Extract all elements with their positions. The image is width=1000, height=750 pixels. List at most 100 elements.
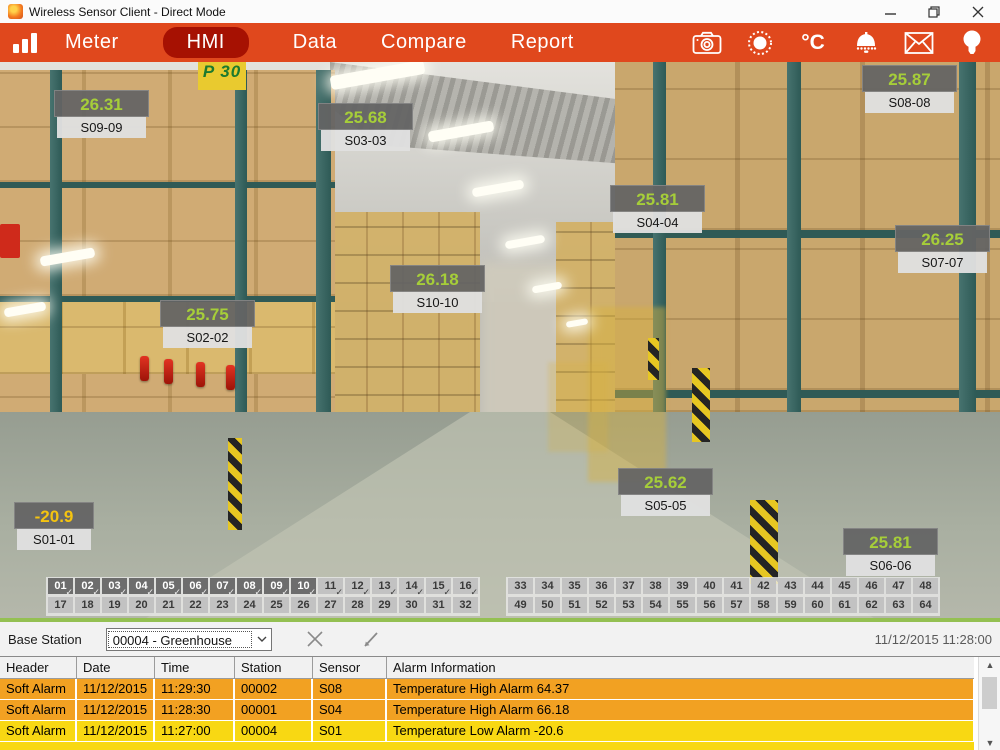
channel-button-17[interactable]: 17 xyxy=(48,597,73,613)
alarm-row[interactable]: Soft Alarm11/12/201511:29:3000002S08Temp… xyxy=(0,679,974,700)
channel-button-40[interactable]: 40 xyxy=(697,578,722,594)
camera-icon[interactable] xyxy=(691,28,723,58)
alarm-row[interactable]: Soft Alarm11/12/201511:28:3000001S04Temp… xyxy=(0,700,974,721)
channel-button-35[interactable]: 35 xyxy=(562,578,587,594)
column-header-time[interactable]: Time xyxy=(155,657,235,678)
celsius-icon[interactable]: °C xyxy=(797,28,829,58)
mail-icon[interactable] xyxy=(903,28,935,58)
channel-button-23[interactable]: 23 xyxy=(210,597,235,613)
channel-button-32[interactable]: 32 xyxy=(453,597,478,613)
channel-button-10[interactable]: 10✓ xyxy=(291,578,316,594)
channel-button-29[interactable]: 29 xyxy=(372,597,397,613)
close-button[interactable] xyxy=(956,0,1000,23)
column-header-station[interactable]: Station xyxy=(235,657,313,678)
channel-button-38[interactable]: 38 xyxy=(643,578,668,594)
channel-button-04[interactable]: 04✓ xyxy=(129,578,154,594)
base-station-dropdown[interactable]: 00004 - Greenhouse xyxy=(106,628,272,651)
channel-button-12[interactable]: 12✓ xyxy=(345,578,370,594)
column-header-sensor[interactable]: Sensor xyxy=(313,657,387,678)
channel-button-33[interactable]: 33 xyxy=(508,578,533,594)
scroll-down-icon[interactable]: ▼ xyxy=(979,735,1000,750)
channel-group-1: 01✓02✓03✓04✓05✓06✓07✓08✓09✓10✓11✓12✓13✓1… xyxy=(46,577,480,616)
channel-button-25[interactable]: 25 xyxy=(264,597,289,613)
channel-button-50[interactable]: 50 xyxy=(535,597,560,613)
column-header-date[interactable]: Date xyxy=(77,657,155,678)
tab-report[interactable]: Report xyxy=(511,31,574,54)
channel-button-01[interactable]: 01✓ xyxy=(48,578,73,594)
bar-chart-icon xyxy=(13,33,37,53)
clear-button[interactable] xyxy=(302,626,328,652)
channel-button-36[interactable]: 36 xyxy=(589,578,614,594)
channel-button-42[interactable]: 42 xyxy=(751,578,776,594)
channel-button-22[interactable]: 22 xyxy=(183,597,208,613)
channel-button-30[interactable]: 30 xyxy=(399,597,424,613)
brightness-icon[interactable] xyxy=(744,28,776,58)
channel-button-59[interactable]: 59 xyxy=(778,597,803,613)
base-station-selected: 00004 - Greenhouse xyxy=(108,631,252,648)
channel-button-03[interactable]: 03✓ xyxy=(102,578,127,594)
sensor-overlay-S07-07: 26.25S07-07 xyxy=(895,225,990,273)
channel-button-20[interactable]: 20 xyxy=(129,597,154,613)
channel-button-15[interactable]: 15✓ xyxy=(426,578,451,594)
table-scrollbar[interactable]: ▲ ▼ xyxy=(978,657,1000,750)
edit-pencil-icon[interactable] xyxy=(358,626,384,652)
channel-button-46[interactable]: 46 xyxy=(859,578,884,594)
channel-button-48[interactable]: 48 xyxy=(913,578,938,594)
channel-button-34[interactable]: 34 xyxy=(535,578,560,594)
scrollbar-thumb[interactable] xyxy=(982,677,997,709)
channel-button-63[interactable]: 63 xyxy=(886,597,911,613)
channel-button-58[interactable]: 58 xyxy=(751,597,776,613)
channel-button-37[interactable]: 37 xyxy=(616,578,641,594)
channel-button-21[interactable]: 21 xyxy=(156,597,181,613)
minimize-button[interactable] xyxy=(868,0,912,23)
channel-button-05[interactable]: 05✓ xyxy=(156,578,181,594)
scroll-up-icon[interactable]: ▲ xyxy=(979,657,1000,673)
alarm-row[interactable]: Soft Alarm11/12/201511:27:0000004S01Temp… xyxy=(0,721,974,742)
channel-button-07[interactable]: 07✓ xyxy=(210,578,235,594)
channel-button-44[interactable]: 44 xyxy=(805,578,830,594)
channel-button-60[interactable]: 60 xyxy=(805,597,830,613)
alarm-cell-date: 11/12/2015 xyxy=(77,700,155,721)
tab-hmi[interactable]: HMI xyxy=(163,27,249,58)
channel-button-56[interactable]: 56 xyxy=(697,597,722,613)
channel-button-08[interactable]: 08✓ xyxy=(237,578,262,594)
alarm-bell-icon[interactable] xyxy=(850,28,882,58)
channel-button-43[interactable]: 43 xyxy=(778,578,803,594)
channel-button-24[interactable]: 24 xyxy=(237,597,262,613)
channel-button-45[interactable]: 45 xyxy=(832,578,857,594)
channel-button-28[interactable]: 28 xyxy=(345,597,370,613)
channel-button-31[interactable]: 31 xyxy=(426,597,451,613)
channel-button-14[interactable]: 14✓ xyxy=(399,578,424,594)
channel-button-27[interactable]: 27 xyxy=(318,597,343,613)
channel-button-09[interactable]: 09✓ xyxy=(264,578,289,594)
restore-button[interactable] xyxy=(912,0,956,23)
channel-button-47[interactable]: 47 xyxy=(886,578,911,594)
channel-button-62[interactable]: 62 xyxy=(859,597,884,613)
sensor-value: 25.81 xyxy=(610,185,705,212)
tab-data[interactable]: Data xyxy=(293,31,337,54)
tab-compare[interactable]: Compare xyxy=(381,31,467,54)
channel-button-16[interactable]: 16✓ xyxy=(453,578,478,594)
tab-meter[interactable]: Meter xyxy=(65,31,119,54)
channel-button-64[interactable]: 64 xyxy=(913,597,938,613)
channel-button-61[interactable]: 61 xyxy=(832,597,857,613)
channel-button-02[interactable]: 02✓ xyxy=(75,578,100,594)
channel-button-06[interactable]: 06✓ xyxy=(183,578,208,594)
channel-button-41[interactable]: 41 xyxy=(724,578,749,594)
bulb-icon[interactable] xyxy=(956,28,988,58)
channel-button-52[interactable]: 52 xyxy=(589,597,614,613)
channel-button-49[interactable]: 49 xyxy=(508,597,533,613)
column-header-header[interactable]: Header xyxy=(0,657,77,678)
channel-button-11[interactable]: 11✓ xyxy=(318,578,343,594)
channel-button-39[interactable]: 39 xyxy=(670,578,695,594)
channel-button-19[interactable]: 19 xyxy=(102,597,127,613)
channel-button-55[interactable]: 55 xyxy=(670,597,695,613)
channel-button-13[interactable]: 13✓ xyxy=(372,578,397,594)
channel-button-53[interactable]: 53 xyxy=(616,597,641,613)
channel-button-51[interactable]: 51 xyxy=(562,597,587,613)
column-header-alarm-information[interactable]: Alarm Information xyxy=(387,657,973,678)
channel-button-18[interactable]: 18 xyxy=(75,597,100,613)
channel-button-57[interactable]: 57 xyxy=(724,597,749,613)
channel-button-26[interactable]: 26 xyxy=(291,597,316,613)
channel-button-54[interactable]: 54 xyxy=(643,597,668,613)
